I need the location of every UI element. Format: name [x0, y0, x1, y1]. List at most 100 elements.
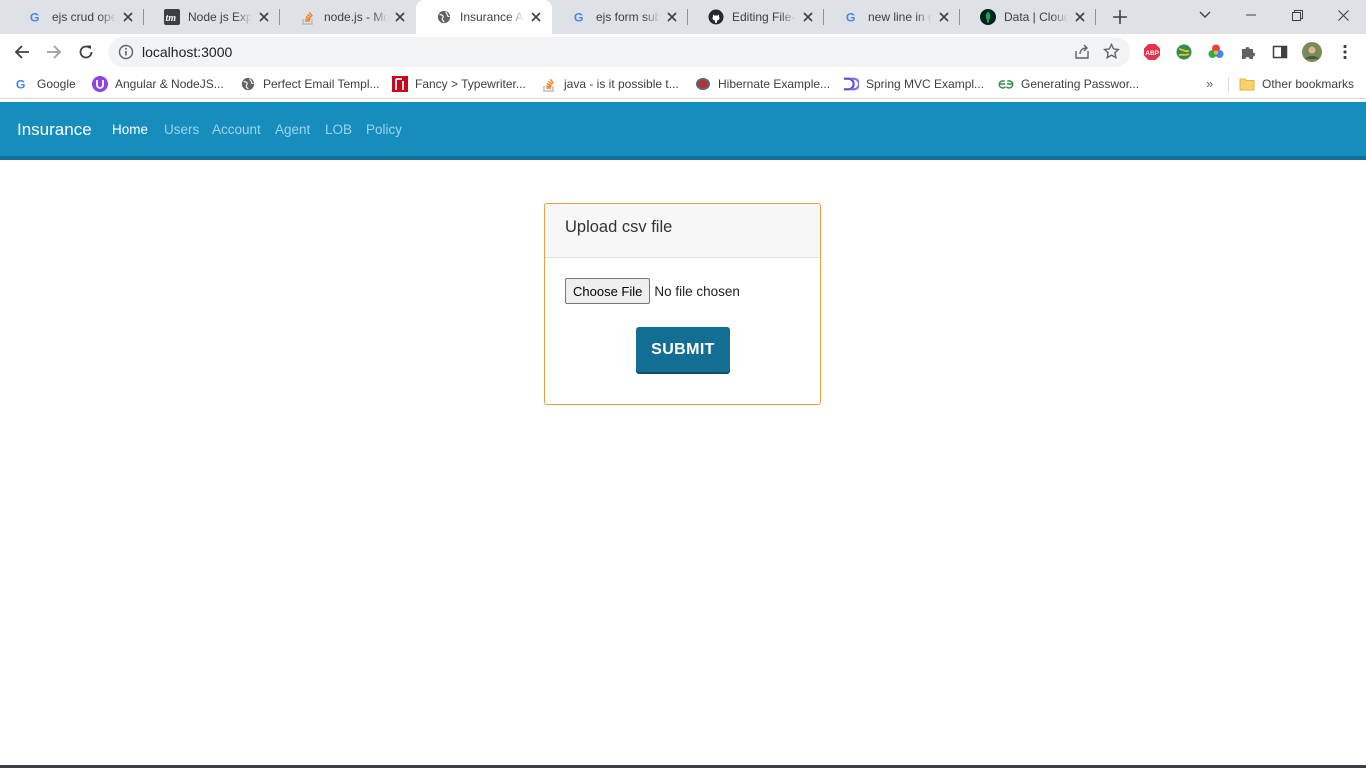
- url-text[interactable]: localhost:3000: [142, 44, 232, 60]
- close-icon: [1337, 9, 1349, 21]
- adblock-extension-icon[interactable]: ABP: [1143, 43, 1161, 61]
- arrow-right-icon: [47, 45, 62, 59]
- mongodb-icon: [980, 9, 996, 25]
- bookmark-label: Fancy > Typewriter...: [415, 77, 526, 91]
- file-input[interactable]: Choose File No file chosen: [565, 278, 740, 304]
- address-bar[interactable]: localhost:3000: [108, 37, 1130, 67]
- upload-card-header: Upload csv file: [545, 204, 820, 258]
- reload-button[interactable]: [72, 38, 100, 66]
- tab-title: new line in git: [868, 10, 932, 24]
- bookmark-item[interactable]: G Google: [14, 75, 76, 93]
- tab-title: Node js Express: [188, 10, 252, 24]
- close-icon[interactable]: [256, 9, 272, 25]
- forward-button[interactable]: [40, 38, 68, 66]
- bookmarks-divider: [1228, 77, 1229, 93]
- angular-node-icon: [92, 76, 108, 92]
- close-icon[interactable]: [120, 9, 136, 25]
- google-icon: G: [14, 76, 30, 92]
- close-icon[interactable]: [664, 9, 680, 25]
- restore-icon: [1291, 9, 1303, 21]
- upload-card: Upload csv file Choose File No file chos…: [544, 203, 821, 405]
- nav-agent[interactable]: Agent: [275, 122, 310, 137]
- nav-home[interactable]: Home: [112, 122, 148, 137]
- minimize-button[interactable]: [1228, 0, 1274, 30]
- stackoverflow-icon: [300, 9, 316, 25]
- bookmark-label: Hibernate Example...: [718, 77, 831, 91]
- nav-policy[interactable]: Policy: [366, 122, 402, 137]
- other-bookmarks[interactable]: Other bookmarks: [1239, 75, 1354, 93]
- stackoverflow-icon: [541, 76, 557, 92]
- bookmark-item[interactable]: Generating Passwor...: [998, 75, 1139, 93]
- close-icon[interactable]: [392, 9, 408, 25]
- tab-search-button[interactable]: [1182, 0, 1228, 30]
- choose-file-button[interactable]: Choose File: [565, 278, 651, 304]
- svg-text:G: G: [574, 10, 584, 24]
- google-icon: G: [572, 9, 588, 25]
- tab-title: Data | Cloud: [1004, 10, 1068, 24]
- chevron-down-icon: [1199, 11, 1211, 18]
- browser-tab[interactable]: G ejs crud operation: [8, 0, 144, 34]
- browser-tab[interactable]: Editing File-Upload: [688, 0, 824, 34]
- bookmark-item[interactable]: Hibernate Example...: [695, 75, 830, 93]
- bookmark-label: Spring MVC Exampl...: [866, 77, 985, 91]
- tab-title: Insurance App: [460, 10, 524, 24]
- fancy-icon: [392, 76, 408, 92]
- reload-icon: [79, 45, 93, 59]
- restore-button[interactable]: [1274, 0, 1320, 30]
- navbar-brand[interactable]: Insurance: [17, 120, 92, 140]
- browser-tab[interactable]: Data | Cloud: [960, 0, 1096, 34]
- folder-icon: [1239, 76, 1255, 92]
- bookmark-item[interactable]: Perfect Email Templ...: [240, 75, 379, 93]
- close-icon[interactable]: [800, 9, 816, 25]
- file-status-text: No file chosen: [654, 283, 740, 299]
- bookmark-label: Angular & NodeJS...: [115, 77, 224, 91]
- tab-title: ejs crud operation: [52, 10, 116, 24]
- bookmark-item[interactable]: java - is it possible t...: [541, 75, 679, 93]
- svg-text:ABP: ABP: [1145, 50, 1159, 57]
- close-icon[interactable]: [936, 9, 952, 25]
- bookmark-star-icon[interactable]: [1103, 42, 1120, 65]
- google-icon: G: [844, 9, 860, 25]
- browser-tab[interactable]: node.js - Mongoose: [280, 0, 416, 34]
- browser-toolbar: localhost:3000 ABP: [0, 34, 1366, 70]
- bookmark-item[interactable]: Fancy > Typewriter...: [392, 75, 526, 93]
- back-button[interactable]: [8, 38, 36, 66]
- nav-users[interactable]: Users: [164, 122, 199, 137]
- browser-tab-active[interactable]: Insurance App: [416, 0, 552, 34]
- bookmark-item[interactable]: Spring MVC Exampl...: [843, 75, 984, 93]
- bookmarks-overflow-button[interactable]: »: [1206, 76, 1213, 91]
- svg-text:G: G: [16, 77, 26, 91]
- info-icon[interactable]: [118, 44, 134, 65]
- nav-account[interactable]: Account: [212, 122, 261, 137]
- bookmark-label: java - is it possible t...: [564, 77, 679, 91]
- profile-avatar[interactable]: [1302, 42, 1322, 62]
- globe-extension-icon[interactable]: [1175, 43, 1193, 61]
- arrow-left-icon: [14, 45, 29, 59]
- menu-kebab-icon[interactable]: [1336, 43, 1354, 61]
- close-icon[interactable]: [1072, 9, 1088, 25]
- browser-tab[interactable]: G new line in git: [824, 0, 960, 34]
- github-icon: [708, 9, 724, 25]
- bookmark-label: Generating Passwor...: [1021, 77, 1140, 91]
- svg-text:G: G: [30, 10, 40, 24]
- bookmark-item[interactable]: Angular & NodeJS...: [92, 75, 224, 93]
- close-icon[interactable]: [528, 9, 544, 25]
- share-icon[interactable]: [1074, 44, 1090, 65]
- browser-tab[interactable]: tm Node js Express: [144, 0, 280, 34]
- nav-lob[interactable]: LOB: [325, 122, 352, 137]
- tm-icon: tm: [164, 9, 180, 25]
- dd-icon: [843, 76, 859, 92]
- new-tab-button[interactable]: [1108, 5, 1132, 29]
- puzzle-extensions-icon[interactable]: [1239, 43, 1257, 61]
- svg-text:G: G: [846, 10, 856, 24]
- color-picker-extension-icon[interactable]: [1207, 43, 1225, 61]
- minimize-icon: [1246, 14, 1256, 16]
- plus-icon: [1113, 10, 1127, 24]
- browser-tab-strip: G ejs crud operation tm Node js Express …: [0, 0, 1366, 34]
- close-window-button[interactable]: [1320, 0, 1366, 30]
- submit-button[interactable]: SUBMIT: [636, 327, 730, 372]
- bookmark-label: Google: [37, 77, 76, 91]
- bookmark-label: Perfect Email Templ...: [263, 77, 380, 91]
- browser-tab[interactable]: G ejs form submit: [552, 0, 688, 34]
- side-panel-icon[interactable]: [1271, 43, 1289, 61]
